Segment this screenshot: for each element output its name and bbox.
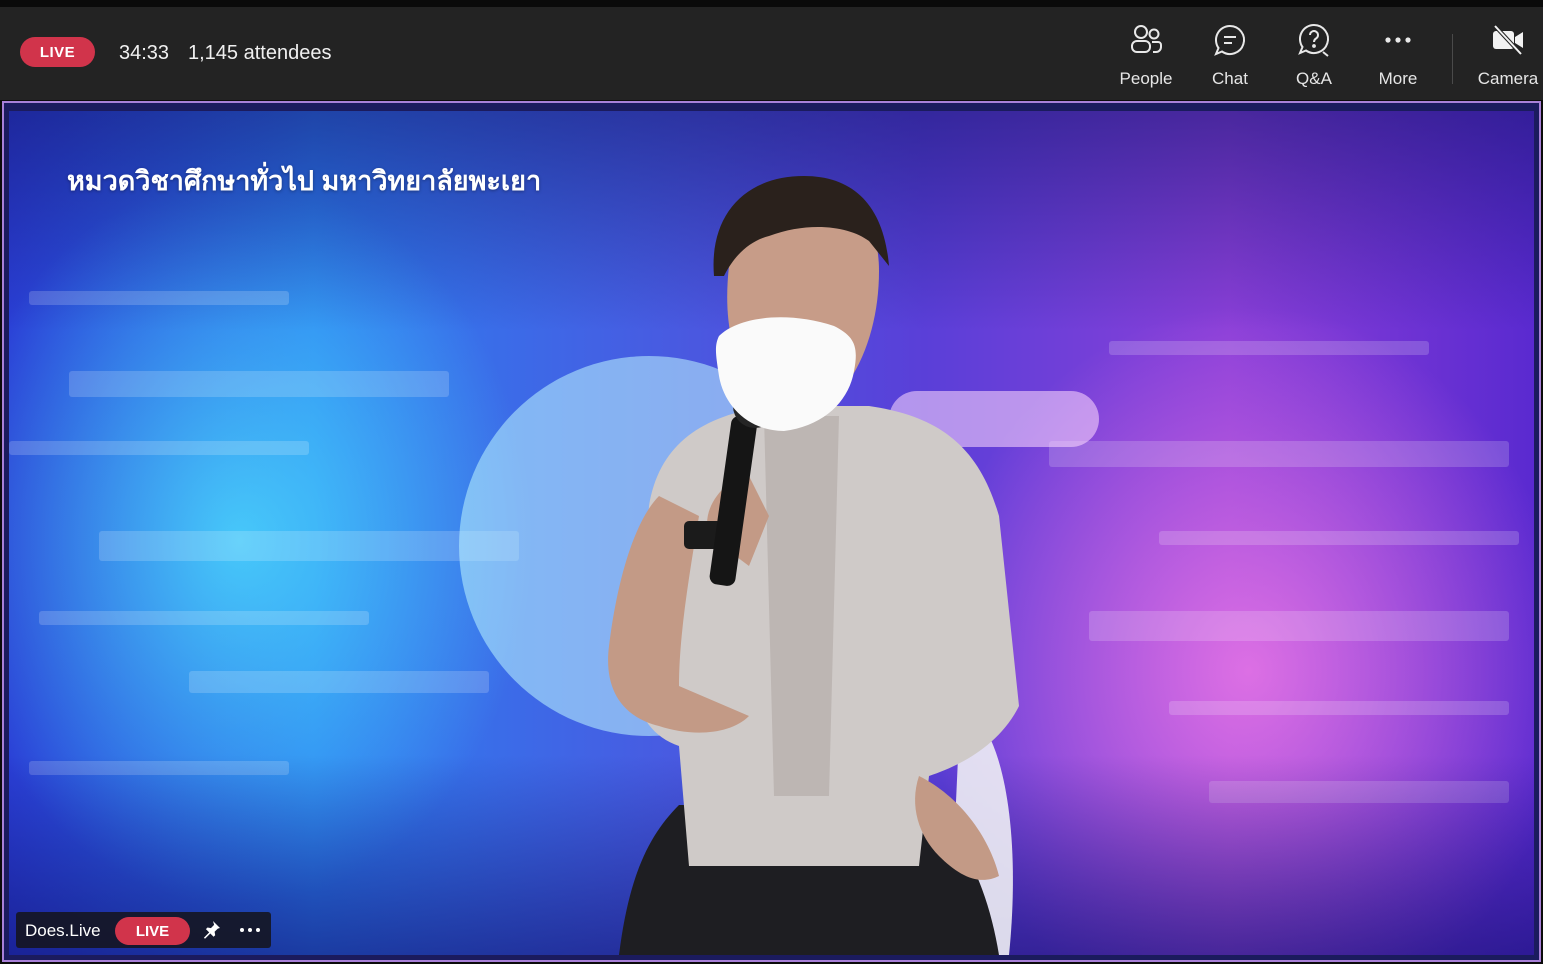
light-streak — [39, 611, 369, 625]
meeting-toolbar: LIVE 34:33 1,145 attendees People Chat Q… — [0, 7, 1543, 100]
qa-label: Q&A — [1296, 69, 1332, 88]
video-stage: หมวดวิชาศึกษาทั่วไป มหาวิทยาลัยพะเยา Doe… — [9, 111, 1534, 955]
attendee-count: 1,145 attendees — [188, 42, 332, 64]
more-options-icon[interactable] — [238, 920, 262, 940]
people-icon — [1131, 25, 1162, 53]
light-streak — [9, 441, 309, 455]
more-label: More — [1378, 69, 1418, 88]
presenter-figure — [608, 176, 1019, 955]
more-button[interactable]: More — [1378, 22, 1418, 94]
qa-icon — [1298, 23, 1329, 57]
light-streak — [29, 291, 289, 305]
pin-icon[interactable] — [201, 920, 221, 940]
camera-button[interactable]: Camera — [1477, 22, 1539, 94]
people-label: People — [1119, 69, 1173, 88]
toolbar-separator — [1452, 34, 1453, 84]
light-streak — [189, 671, 489, 693]
light-streak — [1109, 341, 1429, 355]
chat-button[interactable]: Chat — [1210, 22, 1250, 94]
elapsed-time: 34:33 — [119, 42, 170, 64]
camera-label: Camera — [1477, 69, 1539, 88]
presenter-name: Does.Live — [25, 921, 101, 940]
chat-label: Chat — [1212, 69, 1248, 88]
organization-title: หมวดวิชาศึกษาทั่วไป มหาวิทยาลัยพะเยา — [67, 166, 542, 196]
live-badge: LIVE — [20, 37, 95, 67]
presenter-live-badge: LIVE — [115, 917, 190, 945]
light-streak — [1089, 611, 1509, 641]
people-button[interactable]: People — [1120, 22, 1172, 94]
chat-icon — [1214, 24, 1245, 56]
light-streak — [1169, 701, 1509, 715]
light-streak — [1159, 531, 1519, 545]
light-streak — [1049, 441, 1509, 467]
qa-button[interactable]: Q&A — [1294, 22, 1334, 94]
more-icon — [1385, 37, 1411, 43]
presenter-name-bar: Does.Live LIVE — [16, 912, 271, 948]
window-top-strip — [0, 0, 1543, 7]
camera-off-icon — [1493, 24, 1523, 56]
light-streak — [69, 371, 449, 397]
light-streak — [99, 531, 519, 561]
